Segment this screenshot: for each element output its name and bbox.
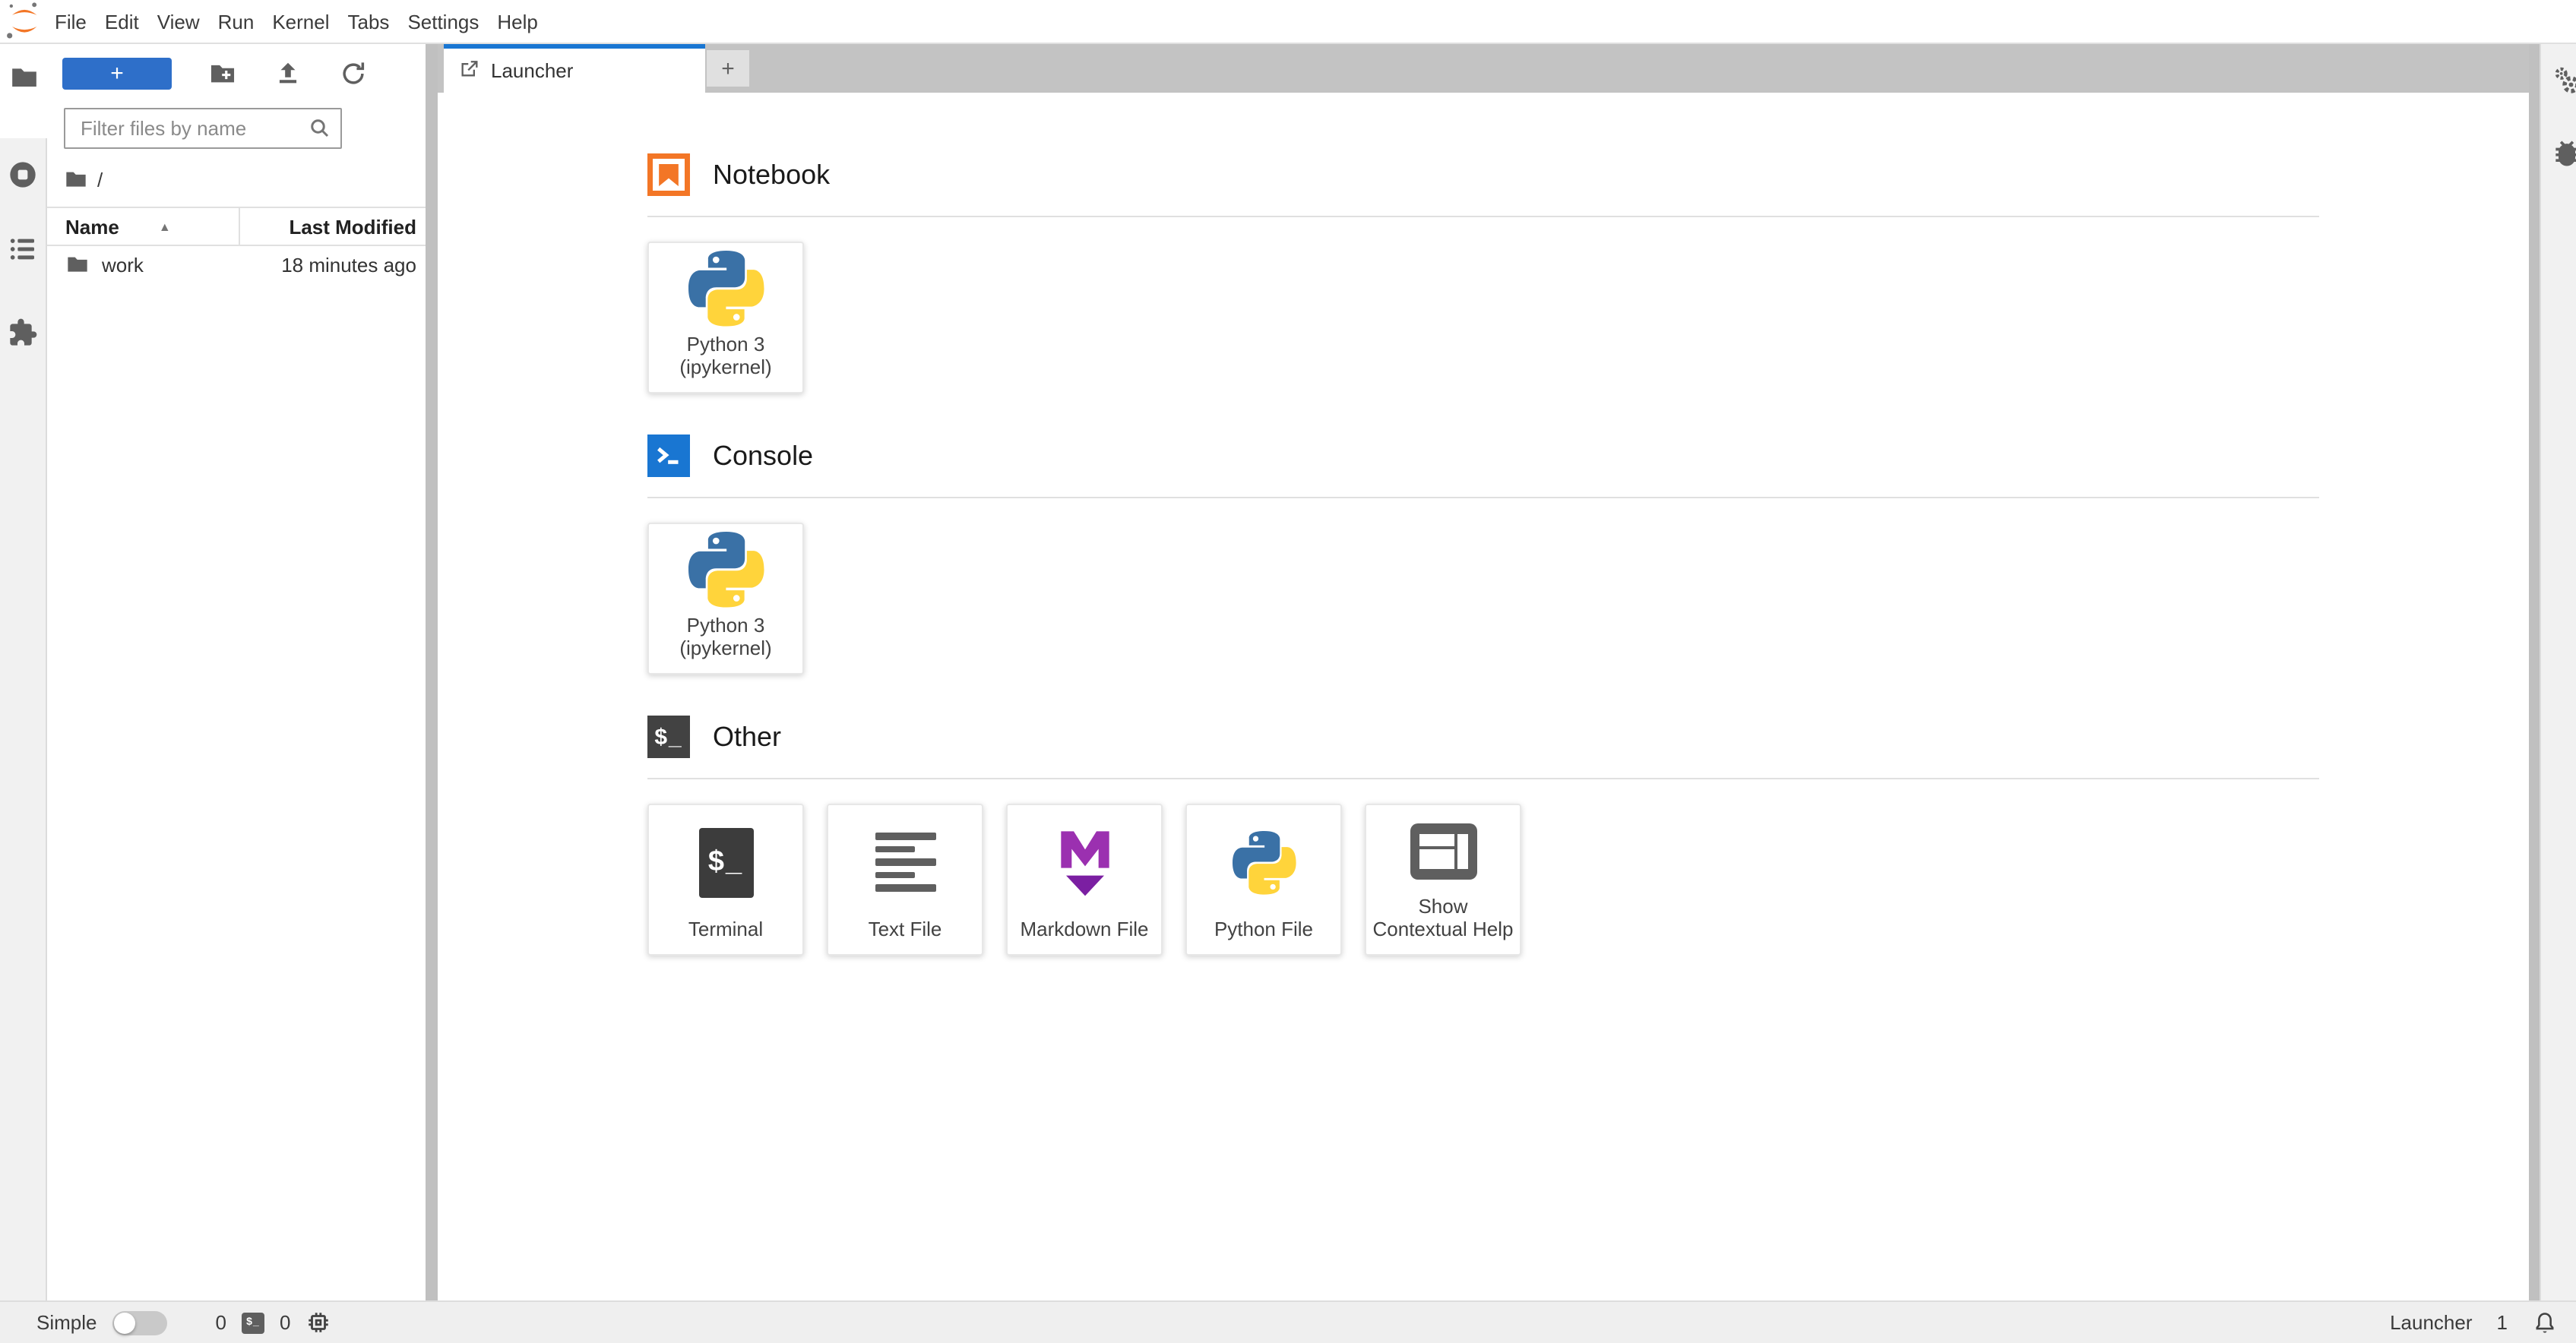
python-logo-icon	[649, 524, 802, 615]
tab-launcher[interactable]: Launcher	[444, 44, 705, 93]
python-logo-icon	[649, 243, 802, 334]
section-other: $_ Other $_ Terminal Text File Markdown …	[647, 716, 2319, 956]
upload-icon[interactable]	[274, 59, 302, 88]
simple-mode-label: Simple	[36, 1311, 97, 1334]
console-section-icon	[647, 434, 690, 477]
filter-files-input[interactable]	[64, 108, 342, 149]
python-logo-icon	[1187, 805, 1340, 919]
prompt-glyph: $_	[654, 724, 683, 750]
menu-tabs[interactable]: Tabs	[340, 10, 397, 33]
property-inspector-icon[interactable]	[2550, 64, 2576, 94]
kernels-count: 0	[279, 1311, 291, 1334]
terminal-icon: $_	[241, 1312, 264, 1333]
card-label: Python 3 (ipykernel)	[679, 333, 772, 379]
menu-file[interactable]: File	[47, 10, 94, 33]
left-splitter[interactable]	[426, 44, 438, 1300]
file-browser-icon[interactable]	[8, 62, 39, 93]
file-list-header: Name ▲ Last Modified	[47, 207, 426, 246]
contextual-help-icon	[1410, 823, 1476, 880]
dock-panel: Launcher + Notebook Python 3 (ipykernel)…	[438, 44, 2529, 1300]
tab-bar: Launcher +	[438, 44, 2529, 93]
simple-mode-toggle[interactable]	[112, 1310, 167, 1335]
column-header-last-modified[interactable]: Last Modified	[239, 208, 426, 245]
menu-bar: File Edit View Run Kernel Tabs Settings …	[0, 0, 2576, 44]
section-divider	[647, 778, 2319, 779]
column-header-name[interactable]: Name ▲	[47, 215, 239, 238]
launcher-card-markdown-file[interactable]: Markdown File	[1006, 804, 1163, 956]
markdown-icon	[1008, 805, 1161, 919]
card-label: Show Contextual Help	[1372, 895, 1514, 941]
notebook-section-icon	[647, 153, 690, 196]
section-notebook: Notebook Python 3 (ipykernel)	[647, 153, 2319, 393]
launcher-card-terminal[interactable]: $_ Terminal	[647, 804, 804, 956]
new-folder-icon[interactable]	[208, 59, 237, 88]
menu-kernel[interactable]: Kernel	[264, 10, 337, 33]
refresh-icon[interactable]	[339, 59, 368, 88]
launcher-card-show-contextual-help[interactable]: Show Contextual Help	[1365, 804, 1521, 956]
right-splitter[interactable]	[2529, 44, 2540, 1300]
launcher-card-notebook-python3[interactable]: Python 3 (ipykernel)	[647, 242, 804, 393]
section-console: Console Python 3 (ipykernel)	[647, 434, 2319, 675]
launcher-card-text-file[interactable]: Text File	[827, 804, 983, 956]
section-title: Other	[713, 721, 782, 751]
kernel-status-item[interactable]: 0 $_ 0	[207, 1308, 341, 1337]
section-title: Notebook	[713, 159, 831, 189]
folder-icon	[65, 252, 90, 276]
menu-view[interactable]: View	[150, 10, 207, 33]
text-file-icon	[875, 833, 935, 892]
file-row-work[interactable]: work 18 minutes ago	[47, 246, 426, 283]
file-name: work	[102, 253, 144, 276]
terminals-count: 0	[215, 1311, 226, 1334]
launcher-panel: Notebook Python 3 (ipykernel) Console Py…	[438, 93, 2529, 1300]
launcher-card-console-python3[interactable]: Python 3 (ipykernel)	[647, 523, 804, 675]
section-divider	[647, 216, 2319, 217]
card-label: Terminal	[688, 918, 764, 941]
card-label: Python File	[1214, 918, 1314, 941]
kernel-chip-icon	[309, 1313, 329, 1332]
section-divider	[647, 497, 2319, 498]
card-label: Python 3 (ipykernel)	[679, 614, 772, 660]
main-row: + Filter files by name / Name ▲ Last Mod…	[0, 44, 2576, 1300]
active-sidebar-tab	[0, 44, 47, 138]
context-label: Launcher	[2390, 1311, 2473, 1334]
jupyter-logo-icon	[3, 2, 43, 41]
card-label: Markdown File	[1020, 918, 1149, 941]
card-label: Text File	[868, 918, 942, 941]
running-sessions-icon[interactable]	[8, 160, 38, 190]
file-browser-toolbar: +	[47, 44, 426, 99]
search-icon	[309, 117, 331, 144]
menu-settings[interactable]: Settings	[400, 10, 486, 33]
status-bar: Simple 0 $_ 0 Launcher 1	[0, 1300, 2576, 1343]
menu-help[interactable]: Help	[489, 10, 546, 33]
breadcrumb-root[interactable]: /	[97, 168, 103, 191]
toggle-knob	[113, 1312, 135, 1333]
file-browser-panel: + Filter files by name / Name ▲ Last Mod…	[47, 44, 426, 1300]
file-modified: 18 minutes ago	[281, 253, 416, 276]
menu-run[interactable]: Run	[210, 10, 262, 33]
notifications-count: 1	[2496, 1311, 2508, 1334]
notification-bell-icon[interactable]	[2532, 1309, 2558, 1336]
debugger-icon[interactable]	[2550, 137, 2576, 167]
new-launcher-button[interactable]: +	[62, 58, 172, 90]
tab-label: Launcher	[491, 59, 574, 82]
terminal-icon: $_	[698, 827, 753, 898]
launcher-card-python-file[interactable]: Python File	[1185, 804, 1342, 956]
menu-items: File Edit View Run Kernel Tabs Settings …	[46, 10, 547, 33]
other-section-icon: $_	[647, 716, 690, 758]
sidebar-tab-strip	[0, 138, 47, 1300]
breadcrumb[interactable]: /	[47, 155, 426, 201]
home-folder-icon	[66, 172, 86, 187]
filter-files-box	[64, 108, 342, 149]
jupyterlab-window: File Edit View Run Kernel Tabs Settings …	[0, 0, 2576, 1343]
launcher-tab-icon	[459, 58, 480, 84]
add-tab-button[interactable]: +	[707, 50, 749, 87]
extension-manager-icon[interactable]	[8, 318, 38, 348]
section-title: Console	[713, 440, 814, 470]
table-of-contents-icon[interactable]	[8, 234, 38, 264]
right-activity-bar	[2540, 44, 2576, 1300]
menu-edit[interactable]: Edit	[97, 10, 147, 33]
sort-ascending-icon: ▲	[158, 220, 171, 233]
left-activity-bar	[0, 44, 47, 1300]
